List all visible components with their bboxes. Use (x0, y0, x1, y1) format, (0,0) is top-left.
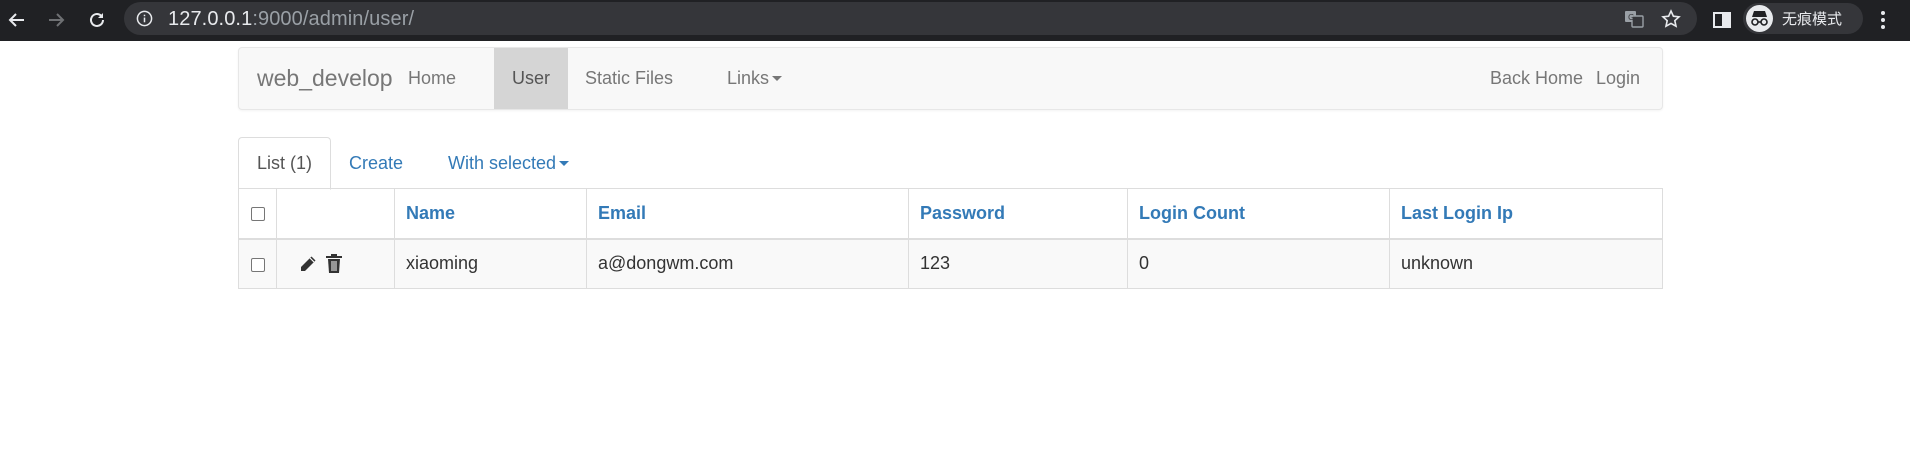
actions-header (276, 188, 395, 240)
row-actions-cell (276, 238, 395, 289)
address-bar[interactable]: 127.0.0.1:9000/admin/user/ G (124, 2, 1697, 35)
more-menu-icon[interactable] (1871, 7, 1895, 33)
cell-last-login-ip: unknown (1389, 238, 1663, 289)
incognito-profile-button[interactable]: 无痕模式 (1743, 3, 1863, 34)
column-label: Email (598, 202, 647, 223)
trash-icon[interactable] (324, 253, 344, 275)
nav-item-home[interactable]: Home (390, 48, 474, 109)
user-list-table: Name Email Password Login Count Last Log… (238, 188, 1663, 289)
reload-button[interactable] (82, 5, 112, 35)
tab-label: Create (349, 152, 404, 173)
url-host: 127.0.0.1 (168, 8, 253, 30)
caret-down-icon (772, 76, 783, 81)
row-select-cell (238, 238, 277, 289)
navbar-brand[interactable]: web_develop (257, 65, 393, 92)
select-all-checkbox[interactable] (250, 207, 265, 221)
nav-item-label: Home (408, 68, 457, 88)
list-tabs: List (1) Create With selected (238, 137, 1663, 190)
column-label: Password (920, 202, 1006, 223)
back-button[interactable] (2, 5, 32, 35)
table-row: xiaoming a@dongwm.com 123 0 unknown (238, 238, 1663, 289)
tab-label: With selected (448, 152, 557, 173)
arrow-left-icon (8, 13, 24, 27)
nav-item-label: User (512, 68, 551, 88)
nav-item-login[interactable]: Login (1578, 48, 1658, 109)
side-panel-icon[interactable] (1710, 8, 1734, 32)
cell-email: a@dongwm.com (586, 238, 909, 289)
info-icon (136, 10, 153, 27)
url-path: :9000/admin/user/ (252, 8, 415, 30)
cell-password: 123 (908, 238, 1128, 289)
column-header-password[interactable]: Password (908, 188, 1128, 240)
column-header-login-count[interactable]: Login Count (1127, 188, 1390, 240)
column-header-email[interactable]: Email (586, 188, 909, 240)
tab-with-selected-dropdown[interactable]: With selected (430, 137, 587, 189)
nav-item-links-dropdown[interactable]: Links (709, 48, 800, 109)
column-label: Name (406, 202, 456, 223)
column-label: Last Login Ip (1401, 202, 1513, 223)
forward-button[interactable] (41, 5, 71, 35)
cell-login-count: 0 (1127, 238, 1390, 289)
column-header-last-login-ip[interactable]: Last Login Ip (1389, 188, 1663, 240)
top-navbar: web_develop Home User Static Files Links… (238, 47, 1663, 110)
arrow-right-icon (49, 13, 65, 27)
tab-create[interactable]: Create (331, 137, 421, 189)
url-text: 127.0.0.1:9000/admin/user/ (168, 8, 414, 31)
tab-label: List (1) (257, 153, 313, 173)
svg-text:G: G (1628, 13, 1634, 22)
pencil-icon[interactable] (298, 253, 318, 275)
column-label: Login Count (1139, 202, 1245, 223)
incognito-label: 无痕模式 (1782, 10, 1843, 28)
nav-item-static-files[interactable]: Static Files (567, 48, 691, 109)
nav-item-label: Static Files (585, 68, 674, 88)
nav-item-label: Back Home (1490, 68, 1584, 88)
nav-item-label: Login (1596, 68, 1641, 88)
table-header-row: Name Email Password Login Count Last Log… (238, 188, 1663, 240)
reload-icon (90, 12, 104, 27)
cell-name: xiaoming (394, 238, 587, 289)
nav-item-label: Links (727, 68, 770, 88)
tab-list[interactable]: List (1) (238, 137, 332, 190)
column-header-name[interactable]: Name (394, 188, 587, 240)
nav-item-user[interactable]: User (494, 48, 569, 109)
incognito-icon (1746, 5, 1773, 32)
browser-toolbar: 127.0.0.1:9000/admin/user/ G 无痕模式 (0, 0, 1910, 41)
row-checkbox[interactable] (250, 257, 265, 272)
bookmark-star-icon[interactable] (1661, 9, 1681, 29)
select-all-cell (238, 188, 277, 240)
translate-icon[interactable]: G (1624, 9, 1644, 29)
caret-down-icon (559, 160, 570, 166)
